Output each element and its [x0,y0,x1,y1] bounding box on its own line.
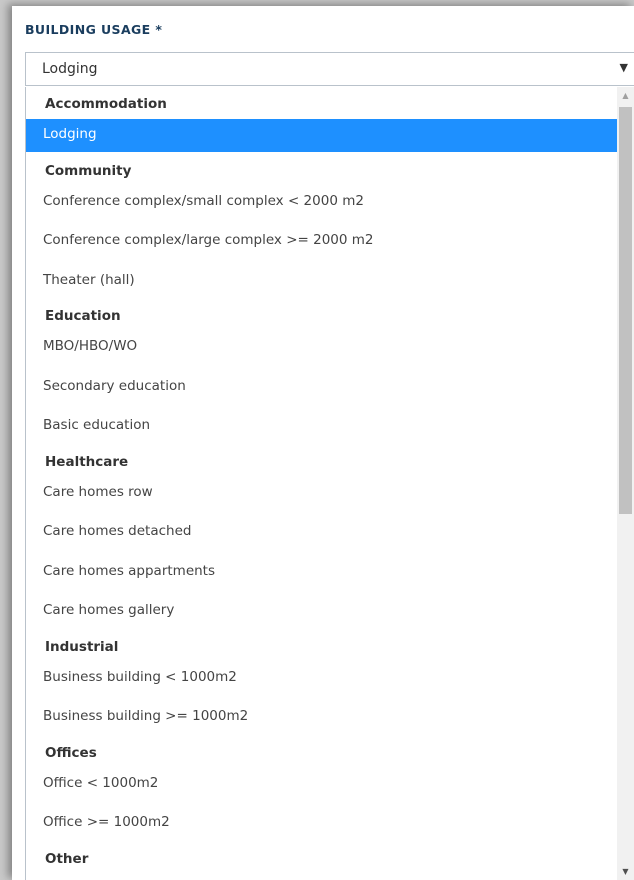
dropdown-option[interactable]: Theater (hall) [26,265,617,297]
dropdown-option[interactable]: Conference complex/small complex < 2000 … [26,186,617,218]
dropdown-option[interactable]: Care homes row [26,477,617,509]
dropdown-option[interactable]: MBO/HBO/WO [26,331,617,363]
building-usage-panel: BUILDING USAGE * Lodging ▼ ▲ ▼ Accommoda… [12,6,634,880]
dropdown-option[interactable]: Business building < 1000m2 [26,662,617,694]
optgroup-label: Offices [45,744,97,761]
optgroup-label: Healthcare [45,453,129,470]
building-usage-select[interactable]: Lodging ▼ [25,52,634,86]
dropdown-option[interactable]: Care homes detached [26,516,617,548]
dropdown-option[interactable]: Office < 1000m2 [26,768,617,800]
building-usage-label: BUILDING USAGE * [25,22,163,37]
dropdown-option[interactable]: Basic education [26,410,617,442]
chevron-down-icon[interactable]: ▼ [620,61,628,74]
dropdown-option[interactable]: Care homes appartments [26,556,617,588]
scrollbar-thumb[interactable] [619,107,632,514]
dropdown-option[interactable]: Care homes gallery [26,595,617,627]
dropdown-option[interactable]: Lodging [26,119,617,152]
scroll-up-arrow-icon[interactable]: ▲ [617,87,634,104]
selected-value: Lodging [42,61,98,77]
optgroup-label: Accommodation [45,96,167,112]
scroll-down-arrow-icon[interactable]: ▼ [617,863,634,880]
dropdown-option[interactable]: Secondary education [26,371,617,403]
optgroup-label: Education [45,308,121,324]
building-usage-listbox[interactable]: ▲ ▼ Accommodation Lodging Community Confere… [25,87,634,880]
optgroup-label: Industrial [45,638,119,655]
dropdown-option[interactable]: Conference complex/large complex >= 2000… [26,225,617,257]
optgroup-label: Community [45,162,132,179]
dropdown-option[interactable]: Business building >= 1000m2 [26,701,617,733]
optgroup-label: Other [45,850,89,867]
listbox-scrollbar[interactable]: ▲ ▼ [617,87,634,880]
dropdown-option[interactable]: Office >= 1000m2 [26,807,617,839]
